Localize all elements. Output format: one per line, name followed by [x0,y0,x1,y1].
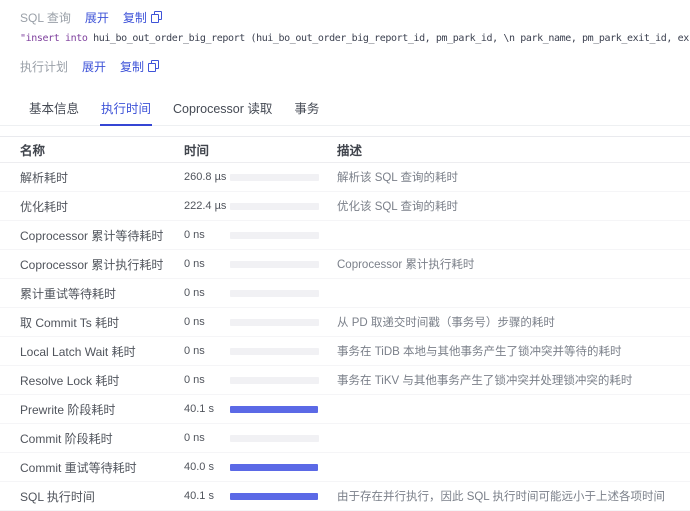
duration-bar [230,405,318,413]
tab-basic-info[interactable]: 基本信息 [28,91,80,125]
metric-time: 0 ns [184,229,205,241]
metric-name: Coprocessor 累计等待耗时 [20,228,164,243]
duration-bar-cell [230,376,337,384]
table-row: 解析耗时 260.8 µs 解析该 SQL 查询的耗时 [0,163,690,192]
duration-bar [230,376,319,384]
copy-icon [150,11,162,23]
table-row: 优化耗时 222.4 µs 优化该 SQL 查询的耗时 [0,192,690,221]
metric-desc: 从 PD 取递交时间戳（事务号）步骤的耗时 [337,317,555,329]
copy-icon [148,60,160,72]
duration-bar [230,231,319,239]
metric-time: 0 ns [184,374,205,386]
execution-time-table: 名称 时间 描述 解析耗时 260.8 µs 解析该 SQL 查询的耗时优化耗时 22… [0,136,690,511]
metric-time: 40.0 s [184,461,214,473]
metric-name: 优化耗时 [20,199,69,214]
duration-bar [230,318,319,326]
table-row: Prewrite 阶段耗时 40.1 s [0,395,690,424]
duration-bar-cell [230,202,337,210]
duration-bar [230,260,319,268]
duration-bar [230,463,318,471]
sql-query-header: SQL 查询 展开 复制 [20,7,690,27]
duration-bar [230,434,319,442]
tab-transaction[interactable]: 事务 [293,91,320,125]
duration-bar-cell [230,260,337,268]
tab-coprocessor-read[interactable]: Coprocessor 读取 [172,91,273,125]
metric-time: 0 ns [184,345,205,357]
plan-copy-link[interactable]: 复制 [120,58,160,75]
metric-time: 0 ns [184,432,205,444]
tab-execution-time[interactable]: 执行时间 [100,91,153,126]
sql-copy-link[interactable]: 复制 [123,9,162,26]
duration-bar-cell [230,434,337,442]
sql-expand-link[interactable]: 展开 [85,9,109,26]
table-row: 累计重试等待耗时 0 ns [0,279,690,308]
statement-detail-panel: SQL 查询 展开 复制 "insert into hui_bo_out_ord… [0,0,690,76]
duration-bar [230,492,318,500]
metric-name: SQL 执行时间 [20,489,95,504]
metric-desc: 事务在 TiKV 与其他事务产生了锁冲突并处理锁冲突的耗时 [337,375,633,387]
table-row: Commit 阶段耗时 0 ns [0,424,690,453]
metric-time: 222.4 µs [184,200,227,212]
table-row: 取 Commit Ts 耗时 0 ns 从 PD 取递交时间戳（事务号）步骤的耗时 [0,308,690,337]
detail-tabs: 基本信息 执行时间 Coprocessor 读取 事务 [0,91,690,126]
metric-desc: 由于存在并行执行，因此 SQL 执行时间可能远小于上述各项时间 [337,491,665,503]
metric-desc: 优化该 SQL 查询的耗时 [337,201,458,213]
metric-time: 40.1 s [184,403,214,415]
metric-name: Prewrite 阶段耗时 [20,402,116,417]
plan-header: 执行计划 展开 复制 [20,56,690,76]
plan-label: 执行计划 [20,59,69,74]
duration-bar-cell [230,173,337,181]
duration-bar-cell [230,347,337,355]
table-row: Local Latch Wait 耗时 0 ns 事务在 TiDB 本地与其他事务产… [0,337,690,366]
metric-name: Resolve Lock 耗时 [20,373,120,388]
table-row: Coprocessor 累计等待耗时 0 ns [0,221,690,250]
duration-bar-cell [230,405,337,413]
sql-keyword: "insert into [20,33,88,44]
plan-expand-link[interactable]: 展开 [82,58,106,75]
duration-bar-cell [230,463,337,471]
metric-name: Commit 重试等待耗时 [20,460,137,475]
metric-time: 260.8 µs [184,171,227,183]
duration-bar-cell [230,318,337,326]
metric-time: 0 ns [184,258,205,270]
duration-bar [230,173,319,181]
header-time: 时间 [184,144,210,158]
metric-desc: 事务在 TiDB 本地与其他事务产生了锁冲突并等待的耗时 [337,346,622,358]
table-row: Commit 重试等待耗时 40.0 s [0,453,690,482]
metric-name: 累计重试等待耗时 [20,286,117,301]
duration-bar-cell [230,231,337,239]
sql-body: hui_bo_out_order_big_report (hui_bo_out_… [87,33,689,44]
metric-time: 0 ns [184,287,205,299]
metric-name: 解析耗时 [20,170,69,185]
table-row: Resolve Lock 耗时 0 ns 事务在 TiKV 与其他事务产生了锁冲突并… [0,366,690,395]
metric-name: Coprocessor 累计执行耗时 [20,257,164,272]
metric-desc: Coprocessor 累计执行耗时 [337,259,475,271]
duration-bar-cell [230,289,337,297]
metric-time: 40.1 s [184,490,214,502]
table-row: Coprocessor 累计执行耗时 0 ns Coprocessor 累计执行耗时 [0,250,690,279]
metric-name: Commit 阶段耗时 [20,431,113,446]
duration-bar-cell [230,492,337,500]
header-name: 名称 [20,144,46,158]
duration-bar [230,289,319,297]
header-desc: 描述 [337,144,363,158]
sql-text: "insert into hui_bo_out_order_big_report… [20,29,690,49]
metric-desc: 解析该 SQL 查询的耗时 [337,172,458,184]
sql-query-label: SQL 查询 [20,10,71,25]
metric-name: 取 Commit Ts 耗时 [20,315,120,330]
metric-name: Local Latch Wait 耗时 [20,344,136,359]
duration-bar [230,202,319,210]
duration-bar [230,347,319,355]
metric-time: 0 ns [184,316,205,328]
table-body: 解析耗时 260.8 µs 解析该 SQL 查询的耗时优化耗时 222.4 µs 优化该… [0,163,690,511]
table-header-row: 名称 时间 描述 [0,136,690,163]
